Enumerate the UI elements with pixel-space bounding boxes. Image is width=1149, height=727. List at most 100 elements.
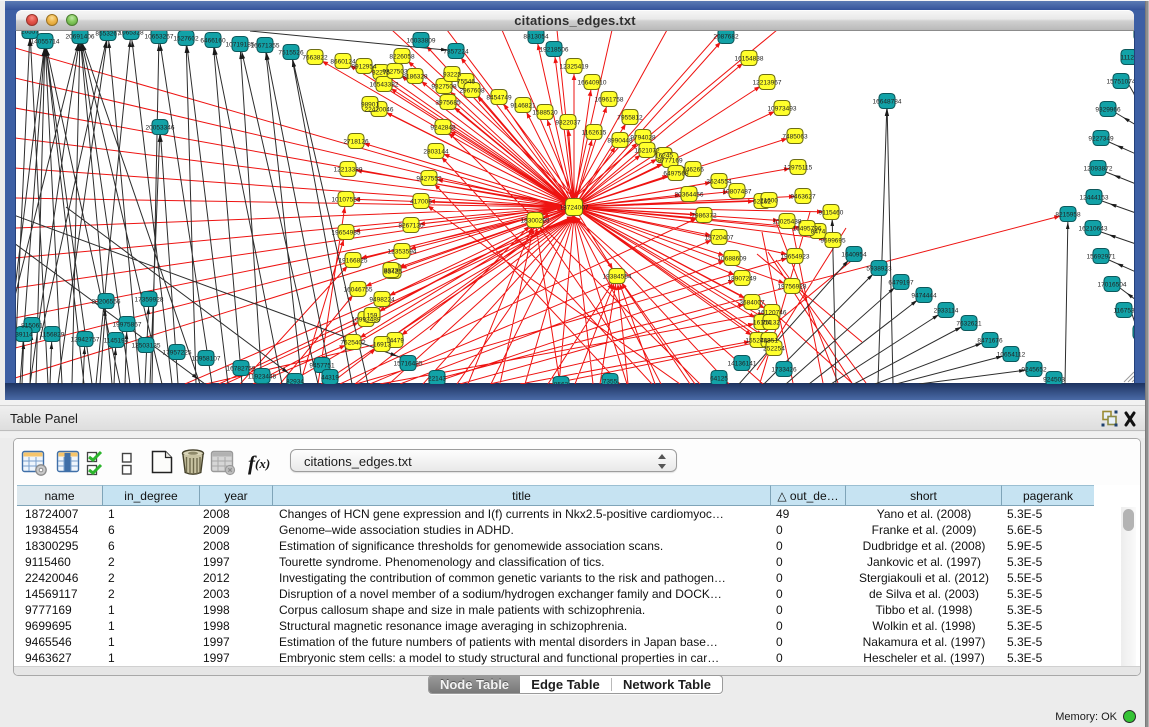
svg-text:9699695: 9699695 bbox=[820, 237, 846, 244]
svg-text:20053346: 20053346 bbox=[146, 124, 175, 131]
svg-text:74851: 74851 bbox=[760, 337, 778, 344]
svg-text:1527602: 1527602 bbox=[173, 35, 199, 42]
svg-text:2718126: 2718126 bbox=[343, 138, 369, 145]
svg-text:39114: 39114 bbox=[16, 331, 33, 338]
svg-text:(x): (x) bbox=[255, 456, 270, 471]
svg-text:16671355: 16671355 bbox=[251, 42, 280, 49]
svg-text:2087682: 2087682 bbox=[713, 33, 739, 40]
svg-text:1162615: 1162615 bbox=[582, 129, 607, 136]
svg-text:17359928: 17359928 bbox=[135, 296, 164, 303]
svg-text:19654923: 19654923 bbox=[781, 253, 810, 260]
svg-text:8563: 8563 bbox=[554, 381, 569, 384]
svg-text:22143: 22143 bbox=[428, 375, 446, 382]
svg-text:7663822: 7663822 bbox=[302, 54, 328, 61]
svg-text:16495796: 16495796 bbox=[793, 225, 822, 232]
svg-text:20364456: 20364456 bbox=[675, 191, 704, 198]
svg-text:7955812: 7955812 bbox=[617, 114, 643, 121]
svg-text:417006: 417006 bbox=[410, 198, 432, 205]
svg-text:12942757: 12942757 bbox=[71, 336, 100, 343]
svg-text:18724007: 18724007 bbox=[560, 204, 589, 211]
svg-text:7632621: 7632621 bbox=[956, 320, 982, 327]
svg-text:16120746: 16120746 bbox=[758, 309, 787, 316]
svg-text:8267130: 8267130 bbox=[398, 222, 424, 229]
svg-text:20206556: 20206556 bbox=[92, 298, 121, 305]
svg-text:9463627: 9463627 bbox=[790, 193, 816, 200]
svg-text:15716485: 15716485 bbox=[394, 360, 423, 367]
svg-text:19166825: 19166825 bbox=[339, 257, 368, 264]
svg-text:12444153: 12444153 bbox=[1080, 194, 1109, 201]
svg-text:10025438: 10025438 bbox=[773, 218, 802, 225]
svg-text:16782759: 16782759 bbox=[227, 365, 256, 372]
svg-text:2803144: 2803144 bbox=[423, 148, 449, 155]
svg-text:16648784: 16648784 bbox=[873, 98, 902, 105]
svg-text:7625402: 7625402 bbox=[340, 339, 366, 346]
svg-text:93225: 93225 bbox=[443, 71, 461, 78]
svg-text:9146821: 9146821 bbox=[510, 102, 536, 109]
svg-text:16046755: 16046755 bbox=[344, 286, 373, 293]
svg-text:7357224: 7357224 bbox=[443, 48, 469, 55]
svg-text:12503135: 12503135 bbox=[132, 342, 161, 349]
svg-text:16913: 16913 bbox=[373, 341, 391, 348]
svg-text:15720407: 15720407 bbox=[705, 234, 734, 241]
svg-text:14136141: 14136141 bbox=[728, 360, 757, 367]
svg-text:8813054: 8813054 bbox=[523, 33, 549, 40]
svg-text:12213967: 12213967 bbox=[753, 79, 782, 86]
svg-text:8215958: 8215958 bbox=[1055, 211, 1081, 218]
svg-text:20691406: 20691406 bbox=[66, 33, 95, 40]
svg-text:75132: 75132 bbox=[762, 319, 780, 326]
svg-text:8873: 8873 bbox=[384, 267, 399, 274]
svg-text:5938923: 5938923 bbox=[866, 265, 892, 272]
svg-text:10688609: 10688609 bbox=[718, 255, 747, 262]
svg-text:3624554: 3624554 bbox=[706, 178, 732, 185]
svg-text:19654985: 19654985 bbox=[332, 229, 361, 236]
svg-text:17016504: 17016504 bbox=[1098, 281, 1127, 288]
svg-text:9227349: 9227349 bbox=[1088, 135, 1114, 142]
svg-text:14055714: 14055714 bbox=[31, 38, 60, 45]
svg-text:7515526: 7515526 bbox=[278, 49, 304, 56]
svg-text:1156829: 1156829 bbox=[40, 331, 65, 338]
svg-text:20557: 20557 bbox=[21, 31, 39, 35]
svg-text:9322037: 9322037 bbox=[555, 119, 581, 126]
svg-text:9474444: 9474444 bbox=[911, 292, 937, 299]
svg-text:9329966: 9329966 bbox=[1095, 106, 1121, 113]
svg-text:9794028: 9794028 bbox=[630, 134, 656, 141]
svg-text:19756928: 19756928 bbox=[778, 283, 807, 290]
svg-text:7355: 7355 bbox=[603, 378, 618, 384]
svg-text:7485063: 7485063 bbox=[782, 133, 808, 140]
svg-text:16640910: 16640910 bbox=[578, 79, 607, 86]
svg-text:12353594: 12353594 bbox=[388, 248, 417, 255]
svg-text:18300295: 18300295 bbox=[521, 217, 550, 224]
svg-text:9427552: 9427552 bbox=[416, 175, 442, 182]
svg-text:17957225: 17957225 bbox=[163, 349, 192, 356]
svg-text:18907249: 18907249 bbox=[728, 275, 757, 282]
svg-text:924503: 924503 bbox=[1043, 376, 1065, 383]
svg-text:11123: 11123 bbox=[1120, 54, 1134, 61]
svg-text:116753: 116753 bbox=[1113, 307, 1134, 314]
svg-text:10807487: 10807487 bbox=[723, 188, 752, 195]
svg-text:9242848: 9242848 bbox=[430, 124, 456, 131]
svg-text:12975115: 12975115 bbox=[784, 164, 813, 171]
svg-text:12093872: 12093872 bbox=[1084, 165, 1113, 172]
svg-text:252254: 252254 bbox=[763, 345, 785, 352]
svg-text:9327508: 9327508 bbox=[431, 83, 457, 90]
svg-text:9115460: 9115460 bbox=[819, 209, 844, 216]
svg-text:1065328: 1065328 bbox=[118, 31, 144, 36]
svg-text:2967608: 2967608 bbox=[459, 87, 485, 94]
svg-text:1145194: 1145194 bbox=[104, 337, 129, 344]
svg-text:10973493: 10973493 bbox=[768, 105, 797, 112]
svg-text:8454749: 8454749 bbox=[486, 94, 512, 101]
svg-text:16154838: 16154838 bbox=[735, 55, 764, 62]
svg-text:6497568: 6497568 bbox=[663, 170, 689, 177]
svg-text:19975867: 19975867 bbox=[113, 321, 142, 328]
svg-text:19384554: 19384554 bbox=[603, 273, 632, 280]
svg-text:1733426: 1733426 bbox=[771, 366, 797, 373]
svg-text:9245652: 9245652 bbox=[1021, 366, 1047, 373]
svg-text:7986372: 7986372 bbox=[691, 212, 717, 219]
svg-text:10653267: 10653267 bbox=[145, 33, 174, 40]
svg-text:10107553: 10107553 bbox=[332, 196, 361, 203]
svg-text:98901: 98901 bbox=[361, 101, 379, 108]
svg-text:12325419: 12325419 bbox=[560, 63, 589, 70]
svg-text:15751074: 15751074 bbox=[1107, 78, 1134, 85]
svg-text:82934: 82934 bbox=[286, 378, 304, 384]
svg-text:8990448: 8990448 bbox=[607, 137, 633, 144]
